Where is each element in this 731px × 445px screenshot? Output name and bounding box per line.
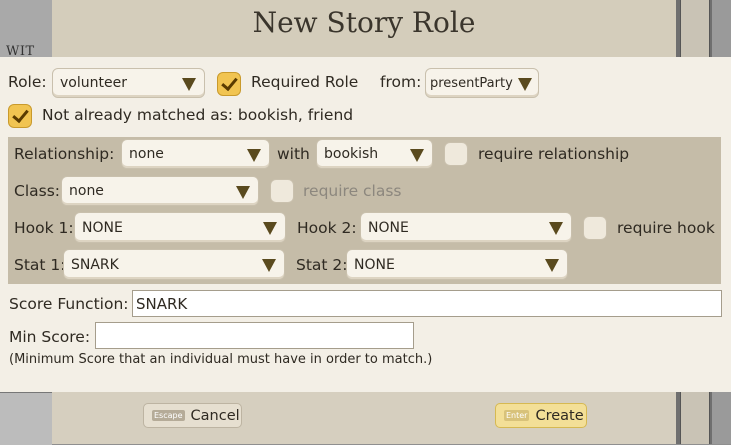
hook1-select-value: NONE <box>82 219 123 236</box>
class-select[interactable]: none <box>61 176 259 206</box>
dialog-title: New Story Role <box>252 6 476 39</box>
required-role-label: Required Role <box>251 73 359 91</box>
chevron-down-icon <box>262 259 276 272</box>
hook2-label: Hook 2: <box>297 219 357 237</box>
require-hook-label: require hook <box>617 219 715 237</box>
chevron-down-icon <box>182 78 196 91</box>
escape-key-badge: Escape <box>152 410 185 421</box>
hook1-label: Hook 1: <box>14 219 74 237</box>
chevron-down-icon <box>247 149 261 162</box>
require-hook-checkbox[interactable] <box>583 216 607 240</box>
stat2-select-value: NONE <box>354 256 395 273</box>
class-select-value: none <box>69 183 104 199</box>
role-select[interactable]: volunteer <box>52 68 205 98</box>
score-function-label: Score Function: <box>9 295 129 313</box>
min-score-hint: (Minimum Score that an individual must h… <box>9 352 433 367</box>
chevron-down-icon <box>410 149 424 162</box>
chevron-down-icon <box>236 186 250 199</box>
background-left-bar <box>0 392 52 445</box>
score-function-input[interactable]: SNARK <box>132 290 722 317</box>
min-score-label: Min Score: <box>9 328 91 346</box>
chevron-down-icon <box>263 222 277 235</box>
create-button-label: Create <box>535 407 584 424</box>
min-score-input[interactable] <box>95 322 414 349</box>
stat1-select[interactable]: SNARK <box>63 249 285 280</box>
relationship-select[interactable]: none <box>121 139 270 169</box>
required-role-checkbox[interactable] <box>217 72 241 96</box>
role-select-value: volunteer <box>60 75 127 91</box>
class-label: Class: <box>14 182 61 200</box>
require-relationship-checkbox[interactable] <box>444 142 468 166</box>
new-story-role-dialog: Role: volunteer Required Role from: pres… <box>0 57 731 392</box>
stat2-select[interactable]: NONE <box>346 249 568 280</box>
chevron-down-icon <box>545 259 559 272</box>
with-select[interactable]: bookish <box>316 139 433 169</box>
from-label: from: <box>380 73 422 91</box>
hook1-select[interactable]: NONE <box>74 212 286 243</box>
cancel-button[interactable]: Escape Cancel <box>143 403 242 428</box>
with-label: with <box>277 145 310 163</box>
require-relationship-label: require relationship <box>478 145 630 163</box>
from-select-value: presentParty <box>430 75 513 91</box>
hook2-select[interactable]: NONE <box>360 212 572 243</box>
hook2-select-value: NONE <box>368 219 409 236</box>
with-select-value: bookish <box>324 146 379 162</box>
enter-key-badge: Enter <box>504 410 530 421</box>
stat2-label: Stat 2: <box>296 256 348 274</box>
require-class-label: require class <box>303 182 402 200</box>
relationship-label: Relationship: <box>14 145 115 163</box>
create-button[interactable]: Enter Create <box>495 403 587 428</box>
cancel-button-label: Cancel <box>190 407 240 424</box>
stat1-label: Stat 1: <box>14 256 66 274</box>
not-matched-label: Not already matched as: bookish, friend <box>42 106 354 124</box>
relationship-select-value: none <box>129 146 164 162</box>
not-matched-checkbox[interactable] <box>8 104 32 128</box>
stat1-select-value: SNARK <box>71 256 119 273</box>
chevron-down-icon <box>549 222 563 235</box>
from-select[interactable]: presentParty <box>425 68 539 98</box>
role-label: Role: <box>8 73 47 91</box>
chevron-down-icon <box>518 78 532 91</box>
require-class-checkbox[interactable] <box>270 179 294 203</box>
